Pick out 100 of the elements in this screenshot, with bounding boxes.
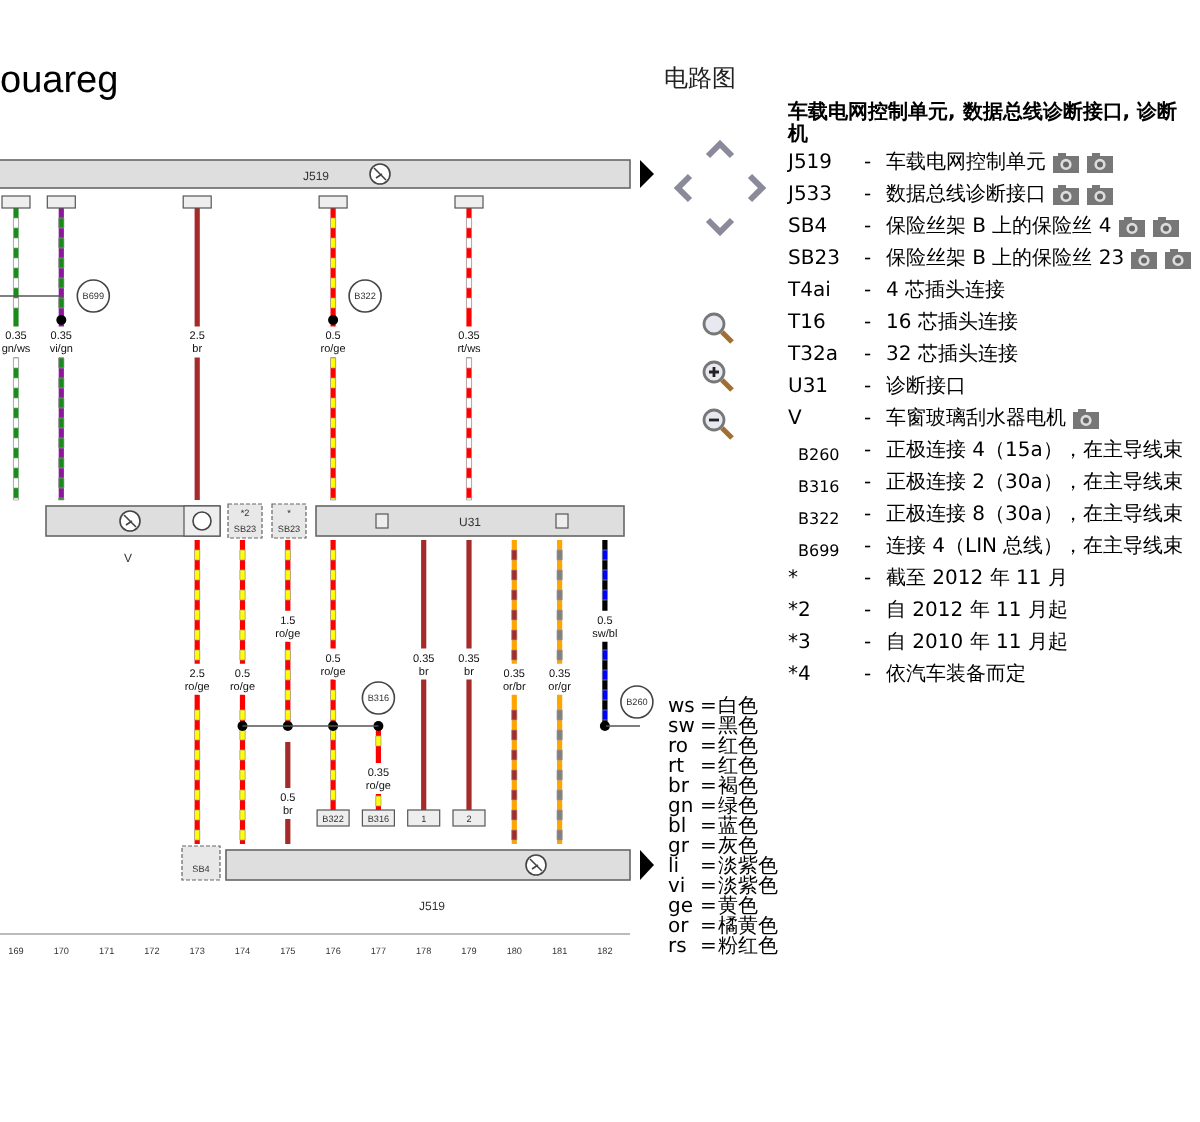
dash: - xyxy=(864,407,874,429)
component-description: 保险丝架 B 上的保险丝 4 xyxy=(886,213,1112,240)
dash: - xyxy=(864,631,874,653)
color-code: vi xyxy=(668,878,688,898)
component-code: SB4 xyxy=(788,215,830,237)
camera-icon[interactable] xyxy=(1164,247,1193,269)
component-code: SB23 xyxy=(788,247,842,269)
terminal-box xyxy=(316,809,350,827)
dash: - xyxy=(864,663,874,685)
equals-sign: = xyxy=(700,778,714,798)
color-name: 淡紫色 xyxy=(718,878,778,898)
component-description: 数据总线诊断接口 xyxy=(886,181,1046,208)
equals-sign: = xyxy=(700,858,714,878)
component-description: 4 芯插头连接 xyxy=(886,277,1006,304)
component-description: 正极连接 4（15a），在主导线束 xyxy=(886,437,1183,464)
zoom-in-icon[interactable] xyxy=(700,358,736,394)
camera-icon[interactable] xyxy=(1072,407,1100,429)
equals-sign: = xyxy=(700,938,714,958)
color-code: gr xyxy=(668,838,691,858)
component-code: T4ai xyxy=(788,279,833,301)
dash: - xyxy=(864,471,874,493)
color-code: ge xyxy=(668,898,695,918)
color-name: 红色 xyxy=(718,758,758,778)
color-code: gn xyxy=(668,798,696,818)
component-description: 自 2010 年 11 月起 xyxy=(886,629,1068,656)
splice-circle xyxy=(361,681,396,715)
color-code: ws xyxy=(668,698,696,718)
equals-sign: = xyxy=(700,738,714,758)
splice-circle xyxy=(620,685,654,719)
component-code: *2 xyxy=(788,599,813,621)
panel-title: 电路图 xyxy=(664,62,738,96)
component-code: *4 xyxy=(788,663,813,685)
color-name: 白色 xyxy=(718,698,758,718)
component-description: 自 2012 年 11 月起 xyxy=(886,597,1068,624)
connector-icon xyxy=(555,513,569,529)
color-name: 红色 xyxy=(718,738,758,758)
color-code: rs xyxy=(668,938,689,958)
component-description: 保险丝架 B 上的保险丝 23 xyxy=(886,245,1125,272)
component-description: 正极连接 8（30a），在主导线束 xyxy=(886,501,1183,528)
fuse-box xyxy=(181,845,221,881)
component-code: B699 xyxy=(796,540,842,560)
dash: - xyxy=(864,215,874,237)
component-code: J533 xyxy=(788,183,835,205)
color-code: sw xyxy=(668,718,696,738)
component-description: 32 芯插头连接 xyxy=(886,341,1018,368)
camera-icon[interactable] xyxy=(1130,247,1159,269)
component-description: 依汽车装备而定 xyxy=(886,661,1026,688)
fuse-box xyxy=(271,503,307,539)
search-icon[interactable] xyxy=(700,310,736,346)
dash: - xyxy=(864,567,874,589)
dash: - xyxy=(864,503,874,525)
component-code: B260 xyxy=(796,444,842,464)
equals-sign: = xyxy=(700,838,714,858)
next-page-icon[interactable] xyxy=(640,850,654,880)
dash: - xyxy=(864,375,874,397)
camera-icon[interactable] xyxy=(1086,183,1114,205)
terminal-box xyxy=(1,195,31,209)
component-description: 16 芯插头连接 xyxy=(886,309,1018,336)
connector-icon xyxy=(375,513,389,529)
terminal-box xyxy=(407,809,441,827)
component-description: 车窗玻璃刮水器电机 xyxy=(886,405,1066,432)
motor-icon xyxy=(183,505,221,537)
dash: - xyxy=(864,247,874,269)
color-name: 黄色 xyxy=(718,898,758,918)
camera-icon[interactable] xyxy=(1151,215,1180,237)
vehicle-title: ouareg xyxy=(0,60,119,102)
color-name: 褐色 xyxy=(718,778,758,798)
color-code: li xyxy=(668,858,680,878)
terminal-box xyxy=(454,195,484,209)
component-description: 诊断接口 xyxy=(886,373,966,400)
terminal-box xyxy=(318,195,348,209)
color-name: 淡紫色 xyxy=(718,858,778,878)
camera-icon[interactable] xyxy=(1086,151,1114,173)
camera-icon[interactable] xyxy=(1117,215,1146,237)
dash: - xyxy=(864,183,874,205)
equals-sign: = xyxy=(700,878,714,898)
color-name: 绿色 xyxy=(718,798,758,818)
legend-heading: 车载电网控制单元, 数据总线诊断接口, 诊断 xyxy=(788,102,1180,124)
dash: - xyxy=(864,343,874,365)
equals-sign: = xyxy=(700,898,714,918)
next-page-icon[interactable] xyxy=(640,160,654,188)
equals-sign: = xyxy=(700,818,714,838)
zoom-out-icon[interactable] xyxy=(700,406,736,442)
terminal-box xyxy=(361,809,395,827)
color-name: 粉红色 xyxy=(718,938,778,958)
component-description: 车载电网控制单元 xyxy=(886,149,1046,176)
splice-circle xyxy=(348,279,382,313)
dash: - xyxy=(864,151,874,173)
component-code: *3 xyxy=(788,631,813,653)
component-code: * xyxy=(788,567,800,589)
equals-sign: = xyxy=(700,758,714,778)
component-code: B316 xyxy=(796,476,842,496)
equals-sign: = xyxy=(700,718,714,738)
component-code: T16 xyxy=(788,311,828,333)
color-name: 黑色 xyxy=(718,718,758,738)
component-description: 截至 2012 年 11 月 xyxy=(886,565,1068,592)
component-description: 连接 4（LIN 总线），在主导线束 xyxy=(886,533,1184,560)
camera-icon[interactable] xyxy=(1052,183,1080,205)
camera-icon[interactable] xyxy=(1052,151,1080,173)
equals-sign: = xyxy=(700,918,714,938)
